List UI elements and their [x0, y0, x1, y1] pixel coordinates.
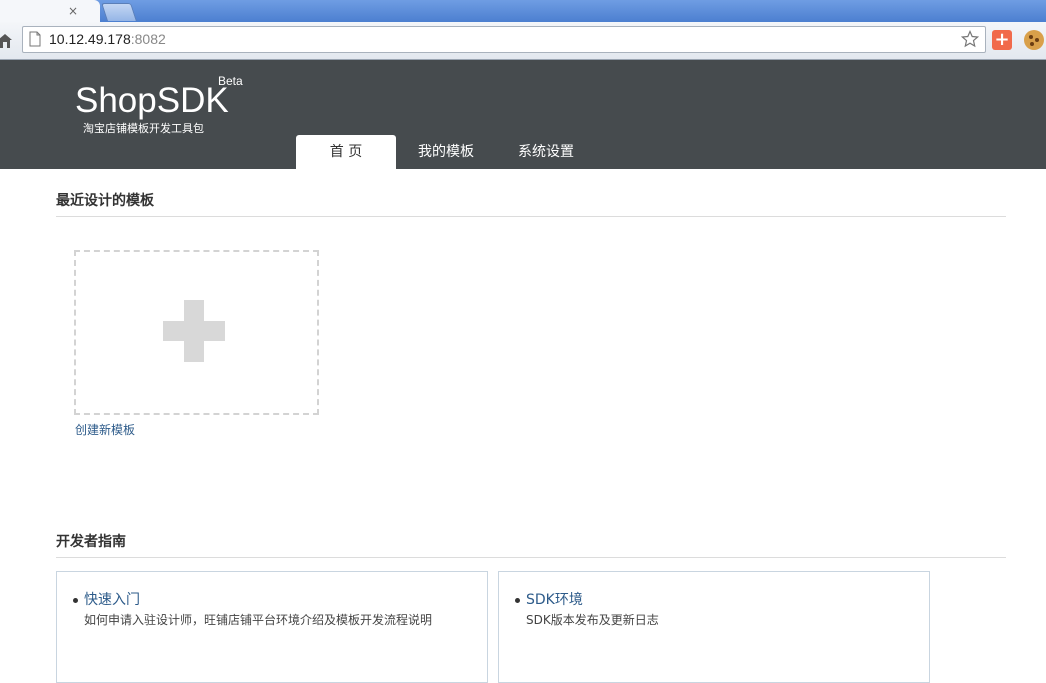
quickstart-description: 如何申请入驻设计师，旺铺店铺平台环境介绍及模板开发流程说明 — [84, 613, 433, 627]
tab-system-settings[interactable]: 系统设置 — [496, 135, 596, 169]
recent-templates-title: 最近设计的模板 — [56, 190, 1006, 217]
url-text[interactable]: 10.12.49.178:8082 — [49, 31, 166, 48]
sdk-env-description: SDK版本发布及更新日志 — [526, 613, 659, 627]
new-tab-button[interactable] — [101, 3, 137, 21]
beta-badge: Beta — [218, 74, 243, 88]
bookmark-star-icon[interactable] — [961, 30, 979, 48]
tab-close-icon[interactable]: × — [68, 3, 78, 19]
browser-toolbar: 10.12.49.178:8082 + — [0, 22, 1046, 60]
address-bar[interactable]: 10.12.49.178:8082 — [22, 26, 986, 53]
bullet-icon — [515, 598, 520, 603]
page-icon — [29, 31, 41, 47]
site-header: ShopSDK Beta 淘宝店铺模板开发工具包 首 页 我的模板 系统设置 — [0, 60, 1046, 169]
cookie-extension-icon[interactable] — [1024, 30, 1044, 50]
guide-card-sdk-env: SDK环境 SDK版本发布及更新日志 — [498, 571, 930, 683]
guide-card-quickstart: 快速入门 如何申请入驻设计师，旺铺店铺平台环境介绍及模板开发流程说明 — [56, 571, 488, 683]
quickstart-link[interactable]: 快速入门 — [84, 591, 140, 609]
browser-tabstrip: × — [0, 0, 1046, 22]
url-port: :8082 — [130, 31, 166, 47]
url-host: 10.12.49.178 — [49, 31, 131, 47]
sdk-env-link[interactable]: SDK环境 — [526, 591, 583, 609]
create-template-link[interactable]: 创建新模板 — [75, 421, 135, 438]
create-template-tile[interactable] — [74, 250, 319, 415]
tab-my-templates[interactable]: 我的模板 — [396, 135, 496, 169]
home-icon[interactable] — [0, 31, 12, 49]
bullet-icon — [73, 598, 78, 603]
logo[interactable]: ShopSDK — [75, 81, 229, 121]
extension-plus-icon[interactable]: + — [992, 30, 1012, 50]
browser-tab[interactable]: × — [0, 0, 100, 22]
tab-home[interactable]: 首 页 — [296, 135, 396, 169]
logo-tagline: 淘宝店铺模板开发工具包 — [83, 122, 204, 135]
developer-guide-title: 开发者指南 — [56, 531, 1006, 558]
